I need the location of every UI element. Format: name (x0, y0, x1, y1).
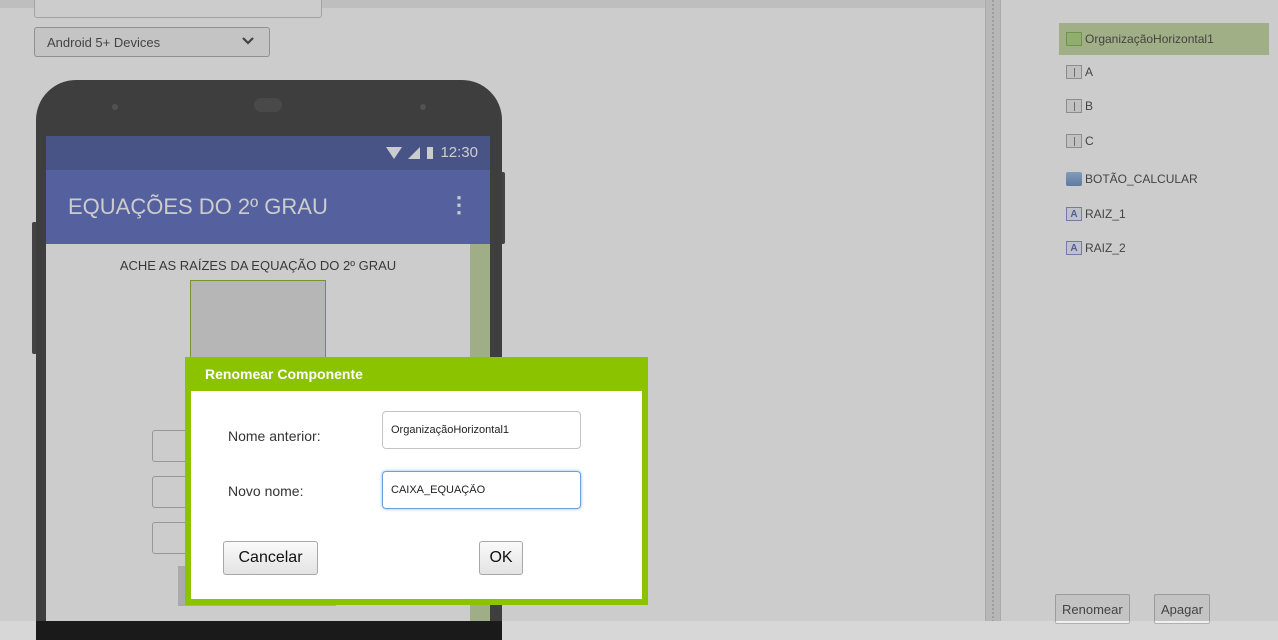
status-time: 12:30 (440, 144, 478, 161)
component-item-organizacaohorizontal1[interactable]: OrganizaçãoHorizontal1 (1059, 23, 1269, 55)
component-item-botao-calcular[interactable]: BOTÃO_CALCULAR (1066, 168, 1198, 190)
textbox-icon (1066, 65, 1082, 79)
app-bar: EQUAÇÕES DO 2º GRAU ⋮ (46, 170, 490, 244)
component-label: A (1085, 65, 1094, 79)
wifi-icon (386, 146, 403, 159)
component-label: BOTÃO_CALCULAR (1085, 172, 1198, 186)
new-name-field[interactable] (382, 471, 581, 509)
device-size-value: Android 5+ Devices (47, 35, 161, 50)
cancel-button[interactable]: Cancelar (223, 541, 318, 575)
rename-dialog: Renomear Componente Nome anterior: Novo … (185, 357, 648, 605)
old-name-label: Nome anterior: (228, 428, 321, 444)
phone-sensor-dot (420, 104, 426, 110)
rename-button[interactable]: Renomear (1055, 594, 1130, 624)
horizontal-arrangement[interactable] (190, 280, 326, 366)
device-size-select[interactable]: Android 5+ Devices (34, 27, 270, 57)
battery-icon (427, 147, 434, 159)
dialog-title: Renomear Componente (205, 366, 363, 382)
component-label: C (1085, 134, 1094, 148)
app-title: EQUAÇÕES DO 2º GRAU (68, 194, 328, 219)
component-item-c[interactable]: C (1066, 130, 1094, 152)
component-item-b[interactable]: B (1066, 95, 1093, 117)
component-item-raiz-1[interactable]: A RAIZ_1 (1066, 203, 1126, 225)
status-bar: 12:30 (46, 136, 490, 170)
old-name-field[interactable] (382, 411, 581, 449)
component-item-raiz-2[interactable]: A RAIZ_2 (1066, 237, 1126, 259)
screen-selector[interactable] (34, 0, 322, 18)
signal-icon (408, 146, 421, 159)
button-icon (1066, 172, 1082, 186)
chevron-down-icon (242, 37, 254, 45)
phone-sensor-dot (112, 104, 118, 110)
components-panel (1001, 0, 1278, 621)
component-label: RAIZ_2 (1085, 241, 1126, 255)
component-item-a[interactable]: A (1066, 61, 1093, 83)
component-label: B (1085, 99, 1094, 113)
horizontal-arrangement-icon (1066, 32, 1082, 46)
label-icon: A (1066, 241, 1082, 255)
label-icon: A (1066, 207, 1082, 221)
splitter-grip (992, 0, 994, 621)
more-vertical-icon[interactable]: ⋮ (448, 192, 470, 218)
component-label: RAIZ_1 (1085, 207, 1126, 221)
screen-label: ACHE AS RAÍZES DA EQUAÇÃO DO 2º GRAU (119, 258, 397, 273)
panel-splitter[interactable] (985, 0, 1001, 621)
dialog-body: Nome anterior: Novo nome: Cancelar OK (191, 391, 642, 599)
textbox-icon (1066, 99, 1082, 113)
new-name-label: Novo nome: (228, 483, 304, 499)
textbox-icon (1066, 134, 1082, 148)
phone-camera (254, 98, 282, 112)
ok-button[interactable]: OK (479, 541, 523, 575)
component-label: OrganizaçãoHorizontal1 (1085, 32, 1214, 46)
delete-button[interactable]: Apagar (1154, 594, 1210, 624)
